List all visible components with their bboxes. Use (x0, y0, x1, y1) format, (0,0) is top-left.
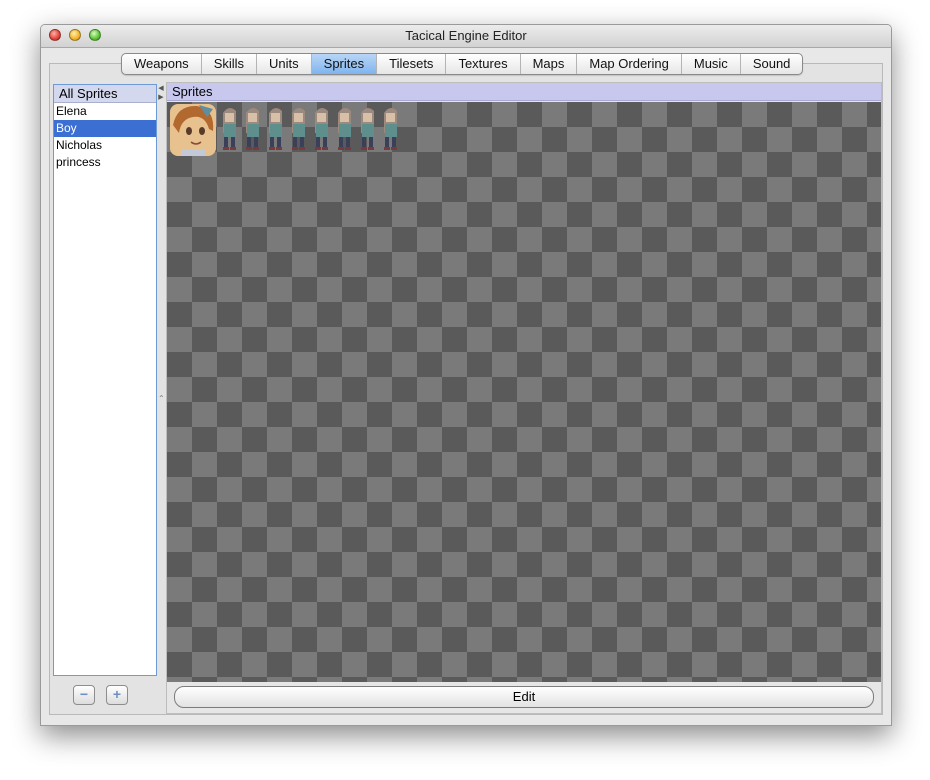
split-pane-arrows-icon[interactable]: ◀ ▶ (157, 84, 165, 104)
sprites-panel-header: Sprites (167, 83, 881, 101)
sprite-list-item-boy[interactable]: Boy (54, 120, 156, 137)
edit-button[interactable]: Edit (174, 686, 874, 708)
tab-textures[interactable]: Textures (446, 54, 521, 74)
sprite-list-header[interactable]: All Sprites (54, 85, 156, 103)
tab-music[interactable]: Music (682, 54, 741, 74)
tab-sound[interactable]: Sound (741, 54, 803, 74)
tab-bar: Weapons Skills Units Sprites Tilesets Te… (121, 53, 804, 75)
sprite-canvas[interactable] (167, 102, 881, 682)
editor-window: Tacical Engine Editor Weapons Skills Uni… (40, 24, 892, 726)
tab-skills[interactable]: Skills (202, 54, 258, 74)
sprite-frame-icon[interactable] (315, 107, 328, 150)
sprite-list-item-princess[interactable]: princess (54, 154, 156, 171)
sprite-frame-icon[interactable] (223, 107, 236, 150)
tab-weapons[interactable]: Weapons (122, 54, 202, 74)
sprite-frame-icon[interactable] (269, 107, 282, 150)
sprites-panel: Sprites Edit (166, 82, 882, 714)
tab-map-ordering[interactable]: Map Ordering (577, 54, 682, 74)
window-title: Tacical Engine Editor (405, 28, 527, 43)
sprite-frame-icon[interactable] (384, 107, 397, 150)
title-bar[interactable]: Tacical Engine Editor (41, 25, 891, 48)
sprite-frame-icon[interactable] (292, 107, 305, 150)
split-pane-divider-handle[interactable]: ⌃ (158, 394, 165, 403)
sprite-strip (170, 104, 397, 156)
sprite-frame-icon[interactable] (361, 107, 374, 150)
tab-sprites[interactable]: Sprites (311, 54, 378, 74)
tab-tilesets[interactable]: Tilesets (377, 54, 447, 74)
tab-maps[interactable]: Maps (521, 54, 578, 74)
remove-sprite-button[interactable]: − (73, 685, 95, 705)
sprite-frames (223, 107, 397, 150)
sprite-list[interactable]: All Sprites Elena Boy Nicholas princess (53, 84, 157, 676)
character-portrait-icon[interactable] (170, 104, 216, 156)
sprite-frame-icon[interactable] (338, 107, 351, 150)
tab-units[interactable]: Units (257, 54, 312, 74)
add-sprite-button[interactable]: + (106, 685, 128, 705)
tab-content: All Sprites Elena Boy Nicholas princess … (49, 63, 883, 715)
sprite-list-item-nicholas[interactable]: Nicholas (54, 137, 156, 154)
sprite-list-item-elena[interactable]: Elena (54, 103, 156, 120)
sprite-frame-icon[interactable] (246, 107, 259, 150)
